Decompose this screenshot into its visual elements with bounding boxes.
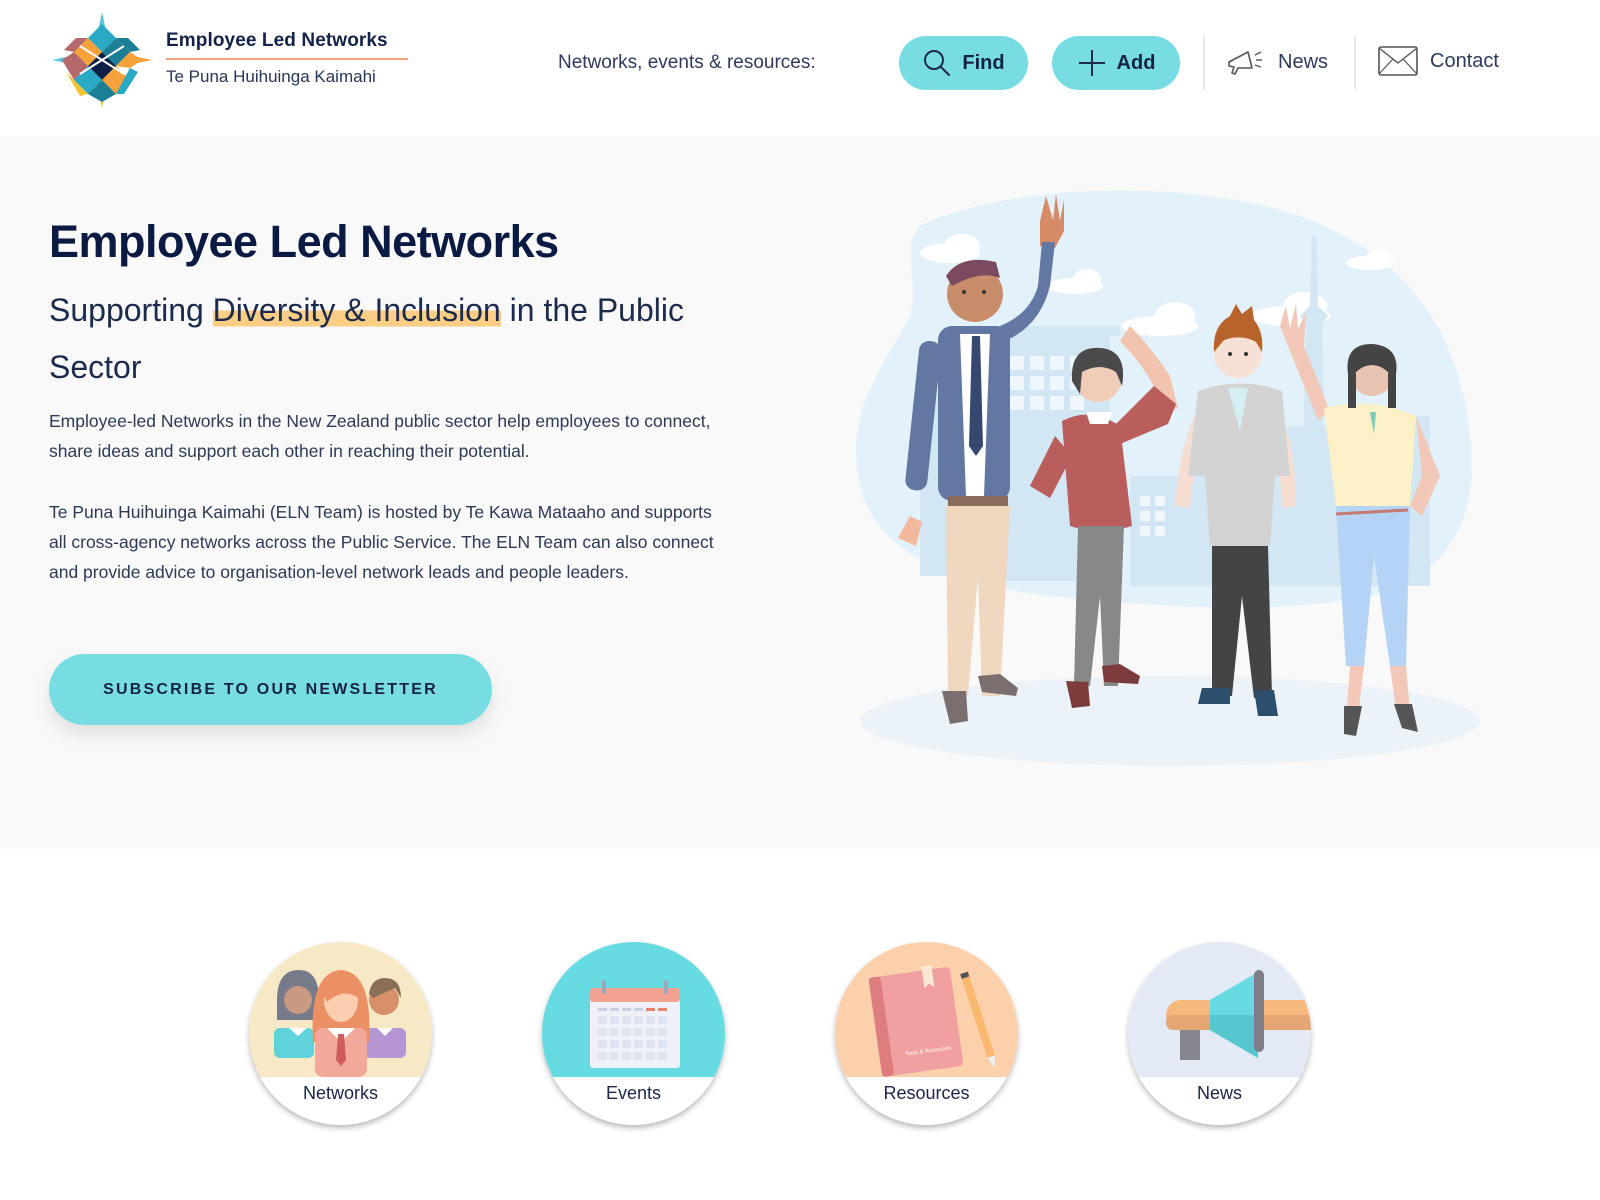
tile-news-label: News (1128, 1077, 1311, 1125)
site-header: Employee Led Networks Te Puna Huihuinga … (0, 0, 1600, 136)
envelope-icon (1378, 46, 1418, 76)
brand-title: Employee Led Networks (166, 30, 388, 51)
book-pencil-icon: Tools & Resources (835, 942, 1018, 1077)
nav-divider (1354, 36, 1356, 90)
page-title: Employee Led Networks (49, 216, 559, 267)
tile-networks-label: Networks (249, 1077, 432, 1125)
megaphone-icon (1128, 942, 1311, 1077)
calendar-icon (542, 942, 725, 1077)
tile-news[interactable]: News (1128, 942, 1311, 1125)
hero-intro-paragraph: Employee-led Networks in the New Zealand… (49, 411, 711, 461)
tile-resources-label: Resources (835, 1077, 1018, 1125)
tile-events-label: Events (542, 1077, 725, 1125)
nav-label: Networks, events & resources: (558, 52, 816, 73)
brand-subtitle: Te Puna Huihuinga Kaimahi (166, 67, 376, 86)
brand-lockup: Employee Led Networks Te Puna Huihuinga … (166, 30, 410, 87)
nav-contact-link[interactable]: Contact (1378, 46, 1499, 76)
tile-resources[interactable]: Tools & Resources Resources (835, 942, 1018, 1125)
nav-news-label: News (1278, 50, 1329, 73)
find-button-label: Find (962, 51, 1005, 74)
add-button-label: Add (1116, 51, 1156, 74)
nav-divider (1203, 36, 1205, 90)
hero-subtitle: Supporting Diversity & Inclusion in the … (49, 282, 729, 396)
people-group-icon (249, 942, 432, 1077)
home-link[interactable]: Employee Led Networks Te Puna Huihuinga … (0, 0, 420, 120)
woven-diamond-logo-icon (52, 12, 152, 108)
megaphone-icon (1228, 51, 1262, 75)
find-button[interactable]: Find (899, 36, 1028, 90)
people-waving-illustration (855, 190, 1480, 766)
quick-links: Networks Events Tools & Resources Resour… (0, 940, 1600, 1130)
search-icon (924, 50, 951, 76)
plus-icon (1078, 50, 1105, 76)
hero-subtitle-lead: Supporting (49, 292, 213, 328)
subscribe-newsletter-button[interactable]: SUBSCRIBE TO OUR NEWSLETTER (49, 654, 492, 725)
hero-team-paragraph: Te Puna Huihuinga Kaimahi (ELN Team) is … (49, 502, 714, 582)
tile-networks[interactable]: Networks (249, 942, 432, 1125)
tile-events[interactable]: Events (542, 942, 725, 1125)
brand-divider (166, 58, 408, 60)
hero-section: Employee Led Networks Supporting Diversi… (0, 136, 1600, 849)
add-button[interactable]: Add (1052, 36, 1180, 90)
hero-subtitle-highlight: Diversity & Inclusion (212, 292, 501, 328)
nav-contact-label: Contact (1430, 49, 1499, 72)
nav-news-link[interactable]: News (1226, 46, 1328, 78)
